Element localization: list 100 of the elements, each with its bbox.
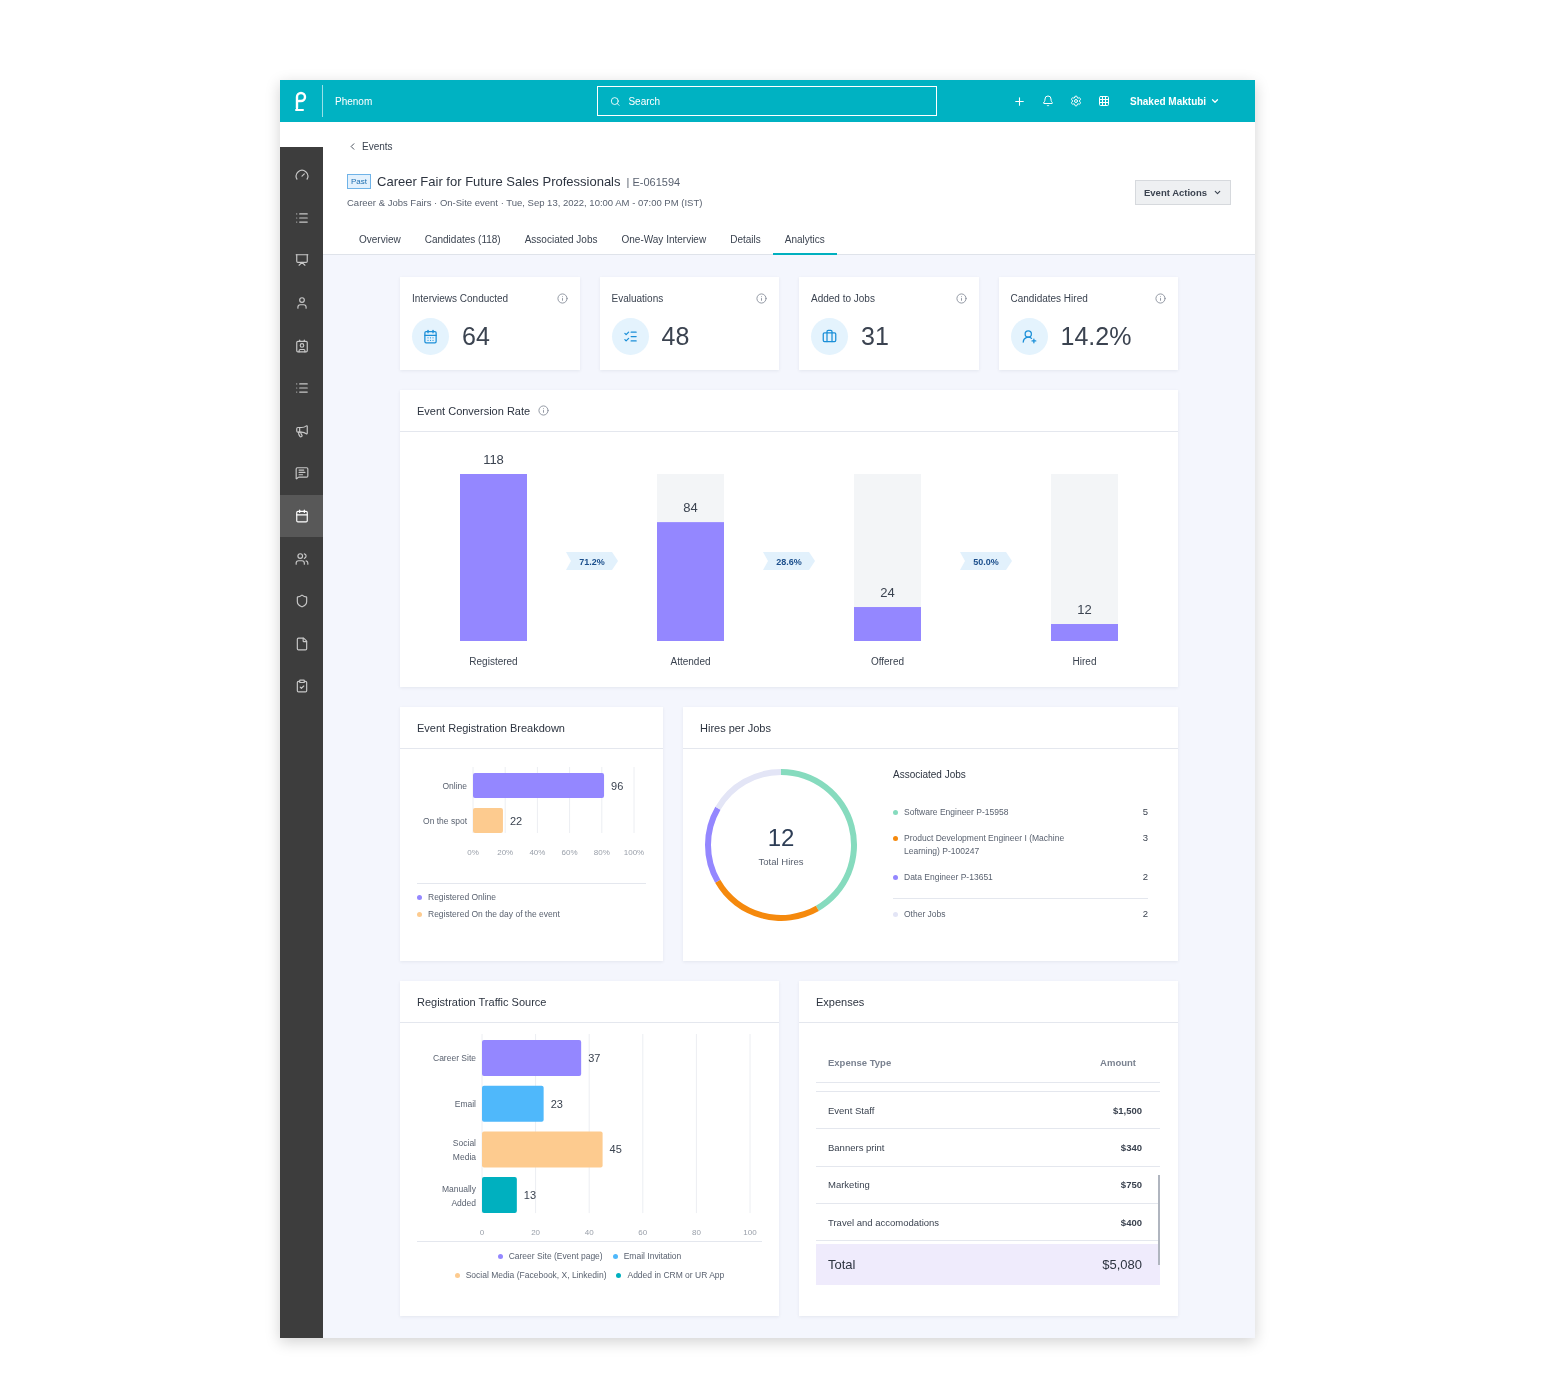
value-label: 45 [609,1143,622,1156]
user-plus-icon [1010,318,1048,355]
card-title: Hires per Jobs [700,721,771,734]
message-icon [294,466,309,481]
table-cell: $750 [1120,1179,1142,1191]
status-tag: Past [347,174,371,189]
category-label: Career Site [433,1053,476,1063]
stat-value: 48 [661,322,690,351]
total-label: Total [828,1257,856,1273]
tick-label: 40% [529,848,546,857]
list-icon [294,210,309,225]
category-label: Email [454,1098,476,1109]
tick-label: 80 [691,1228,701,1238]
stat-label: Added to Jobs [811,293,875,304]
card-title: Registration Traffic Source [417,995,547,1008]
job-count: 2 [1142,908,1148,920]
event-id: | E-061594 [626,175,681,188]
tab[interactable]: Details [718,228,773,255]
info-icon [538,405,550,416]
table-cell: $400 [1120,1216,1142,1228]
job-name: Data Engineer P-13651 [893,870,993,885]
job-name: Software Engineer P-15958 [893,806,1009,820]
event-actions-button[interactable]: Event Actions [1135,180,1231,205]
sidebar-item[interactable] [280,494,323,538]
category-label: On the spot [423,815,467,826]
search-field[interactable]: Search [597,86,937,116]
total-hires-label: Total Hires [758,856,804,867]
tick-label: 0% [467,848,479,857]
total-amount: $5,080 [1102,1257,1142,1273]
tick-label: 100 [743,1228,757,1238]
logo-icon [294,91,308,111]
job-name: Other Jobs [893,908,946,922]
value-label: 37 [588,1052,601,1064]
caret-icon [1213,188,1222,197]
category-label: Registered [469,656,518,667]
tick-label: 40 [584,1228,594,1238]
category-label: Offered [870,656,905,667]
category-label: Social Media [452,1138,476,1163]
apps-button[interactable] [1098,95,1110,107]
stat-value: 14.2% [1060,322,1132,351]
gauge-icon [294,168,309,183]
table-cell: Travel and accomodations [828,1216,940,1228]
legend-item: Social Media (Facebook, X, Linkedin) [454,1270,607,1280]
info-icon [756,293,767,304]
value-label: 22 [509,814,523,827]
tick-label: 0 [479,1228,485,1238]
tick-label: 100% [623,848,645,857]
event-title: Career Fair for Future Sales Professionals [377,174,621,189]
tab[interactable]: Associated Jobs [512,228,610,255]
notifications-button[interactable] [1042,95,1054,107]
total-hires-value: 12 [767,824,795,852]
info-icon [955,293,967,304]
legend-item: Career Site (Event page) [497,1251,603,1261]
tab[interactable]: One-Way Interview [609,228,719,255]
category-label: Attended [670,656,711,667]
calendar-icon [294,509,309,524]
conversion-badge: 28.6% [763,552,815,570]
stat-label: Candidates Hired [1010,293,1088,304]
value-label: 13 [523,1189,537,1202]
value-label: 24 [880,585,895,601]
stat-value: 31 [861,322,889,351]
category-label: Online [442,780,467,791]
conversion-badge: 50.0% [960,552,1012,570]
stat-label: Evaluations [611,293,664,304]
caret-icon [1210,96,1221,106]
stat-label: Interviews Conducted [412,293,509,304]
shield-icon [294,594,309,609]
value-label: 118 [483,452,504,467]
job-name: Product Development Engineer I (Machine Learning) P-100247 [893,831,1093,859]
scrollbar[interactable] [1158,1175,1160,1265]
legend-item: Registered Online [417,892,646,902]
user-icon [294,296,309,311]
legend-item: Registered On the day of the event [417,909,646,919]
search-input[interactable]: Search [626,94,924,108]
clipboard-check-icon [294,679,309,694]
tick-label: 80% [593,848,610,857]
card-title: Expenses [816,995,865,1008]
settings-button[interactable] [1070,95,1082,107]
badge-icon [294,338,309,353]
tab[interactable]: Overview [347,228,413,255]
tick-label: 60 [638,1228,648,1238]
search-icon [610,95,621,107]
card-title: Event Registration Breakdown [417,721,565,734]
tab[interactable]: Analytics [772,228,837,255]
stat-value: 64 [462,322,490,351]
calendar-icon [412,318,449,355]
add-button[interactable] [1013,94,1026,108]
job-count: 5 [1142,806,1148,817]
tick-label: 20 [531,1228,541,1238]
users-icon [294,551,309,566]
back-link[interactable]: Events [347,141,393,152]
table-cell: $340 [1120,1141,1142,1153]
category-label: Hired [1072,656,1097,667]
table-cell: Event Staff [828,1104,875,1116]
card-title: Event Conversion Rate [417,404,531,417]
file-icon [294,636,309,651]
event-meta: Career & Jobs Fairs · On-Site event · Tue, Sep 13, 2022, 10:00 AM - 07:00 PM (IST) [347,197,703,208]
tab[interactable]: Candidates (118) [412,228,513,255]
job-count: 3 [1142,831,1148,843]
info-icon [1155,293,1166,304]
